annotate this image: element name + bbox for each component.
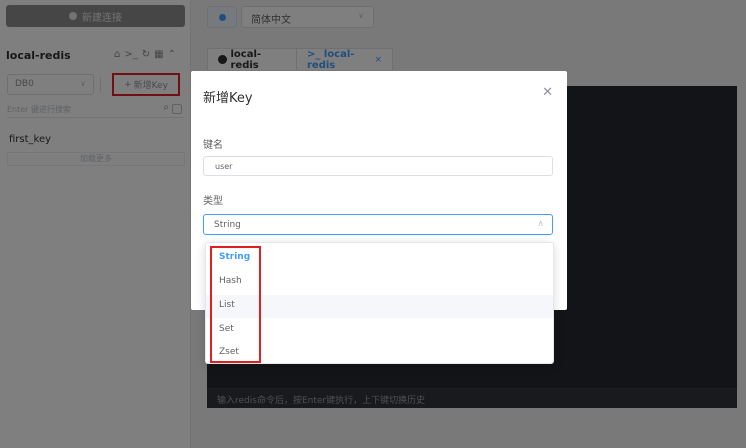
key-name-label: 键名 xyxy=(203,140,223,151)
dialog-title: 新增Key xyxy=(203,91,253,106)
option-list[interactable]: List xyxy=(206,295,553,318)
chevron-up-icon: ∧ xyxy=(537,219,544,229)
option-string[interactable]: String xyxy=(206,247,553,270)
option-hash[interactable]: Hash xyxy=(206,271,553,294)
key-type-select[interactable]: String ∧ xyxy=(203,214,553,235)
close-icon[interactable]: ✕ xyxy=(542,85,553,100)
option-set[interactable]: Set xyxy=(206,319,553,342)
key-type-value: String xyxy=(214,220,241,230)
key-type-label: 类型 xyxy=(203,196,223,207)
key-name-input[interactable]: user xyxy=(203,156,553,176)
option-zset[interactable]: Zset xyxy=(206,342,553,365)
key-name-value: user xyxy=(215,162,233,171)
key-type-dropdown: String Hash List Set Zset xyxy=(205,242,554,364)
